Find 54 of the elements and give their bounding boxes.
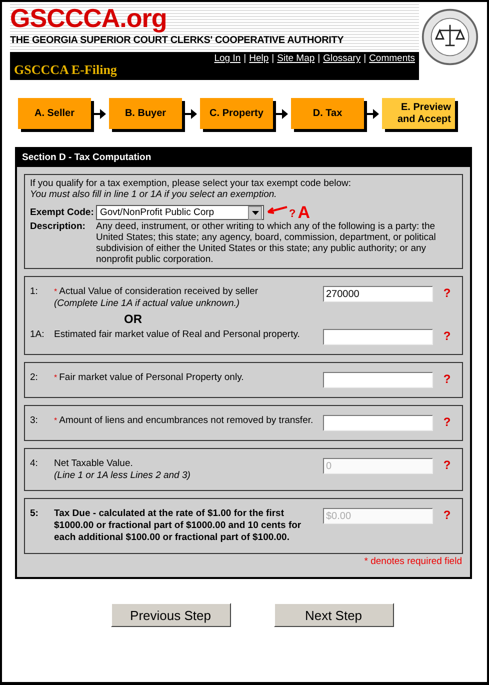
line-label: Tax Due - calculated at the rate of $1.00 for the first $1000.00 or fractional part of $1000.00 and 10 cents for each additional $100.00 or fractional part of $100.00. — [54, 508, 302, 544]
arrow-icon — [185, 108, 197, 118]
line-number: 1A: — [30, 329, 46, 340]
exemption-intro: If you qualify for a tax exemption, please select your tax exempt code below: — [30, 178, 352, 189]
nav-link[interactable]: Glossary — [323, 53, 361, 64]
line-label: * Amount of liens and encumbrances not removed by transfer. — [54, 415, 314, 427]
line-number: 2: — [30, 372, 39, 383]
seal-icon — [421, 8, 479, 66]
line-label: * Fair market value of Personal Property only. — [54, 372, 245, 384]
nav-link[interactable]: Help — [249, 53, 269, 64]
link-separator: | — [272, 53, 274, 64]
arrow-icon — [94, 108, 106, 118]
step-tab[interactable]: B. Buyer — [109, 98, 182, 129]
nav-link[interactable]: Comments — [369, 53, 415, 64]
app-title: GSCCCA E-Filing — [14, 62, 117, 78]
description-label: Description: — [30, 221, 86, 232]
link-separator: | — [364, 53, 366, 64]
line-label: Net Taxable Value. — [54, 458, 134, 470]
line-number: 4: — [30, 458, 39, 469]
amount-field[interactable] — [323, 372, 433, 388]
step-tab[interactable]: C. Property — [200, 98, 273, 129]
annotation-label: A — [298, 206, 310, 220]
nav-link[interactable]: Log In — [214, 53, 241, 64]
step-tab[interactable]: D. Tax — [291, 98, 364, 129]
line-note: (Complete Line 1A if actual value unknown.) — [54, 298, 241, 309]
section-title: Section D - Tax Computation — [17, 149, 470, 167]
link-separator: | — [318, 53, 320, 64]
line-label: Estimated fair market value of Real and Personal property. — [54, 329, 301, 341]
exempt-code-select[interactable]: Govt/NonProfit Public Corp — [96, 205, 264, 220]
caret-icon — [252, 210, 258, 214]
or-separator: OR — [124, 312, 142, 326]
amount-field[interactable]: 270000 — [323, 286, 433, 302]
line-number: 3: — [30, 415, 39, 426]
line-number: 5: — [30, 508, 40, 519]
step-button[interactable]: Previous Step — [110, 603, 230, 627]
amount-field[interactable] — [323, 329, 433, 345]
site-logo: GSCCCA.org — [10, 4, 167, 32]
required-note: * denotes required field — [363, 555, 463, 569]
step-button[interactable]: Next Step — [274, 603, 394, 627]
arrow-icon — [276, 108, 288, 118]
line-note: (Line 1 or 1A less Lines 2 and 3) — [54, 470, 192, 481]
arrow-icon — [267, 205, 289, 215]
link-separator: | — [244, 53, 246, 64]
organization-name: THE GEORGIA SUPERIOR COURT CLERKS' COOPERATIVE AUTHORITY — [10, 34, 344, 48]
arrow-icon — [367, 108, 379, 118]
exemption-description: Any deed, instrument, or other writing to which any of the following is a party: the United States; this state; any agency, board, commission, department, or political subdivision of either the United States or this state; any public authority; or any nonprofit public corporation. — [96, 221, 437, 265]
amount-field[interactable] — [323, 415, 433, 431]
step-tab[interactable]: E. Preview and Accept — [382, 98, 455, 129]
line-number: 1: — [30, 286, 39, 297]
line-label: * Actual Value of consideration received by seller — [54, 286, 260, 298]
exempt-code-label: Exempt Code: — [30, 207, 95, 218]
exemption-note: You must also fill in line 1 or 1A if you select an exemption. — [30, 189, 278, 200]
step-tab[interactable]: A. Seller — [18, 98, 91, 129]
nav-link[interactable]: Site Map — [277, 53, 315, 64]
